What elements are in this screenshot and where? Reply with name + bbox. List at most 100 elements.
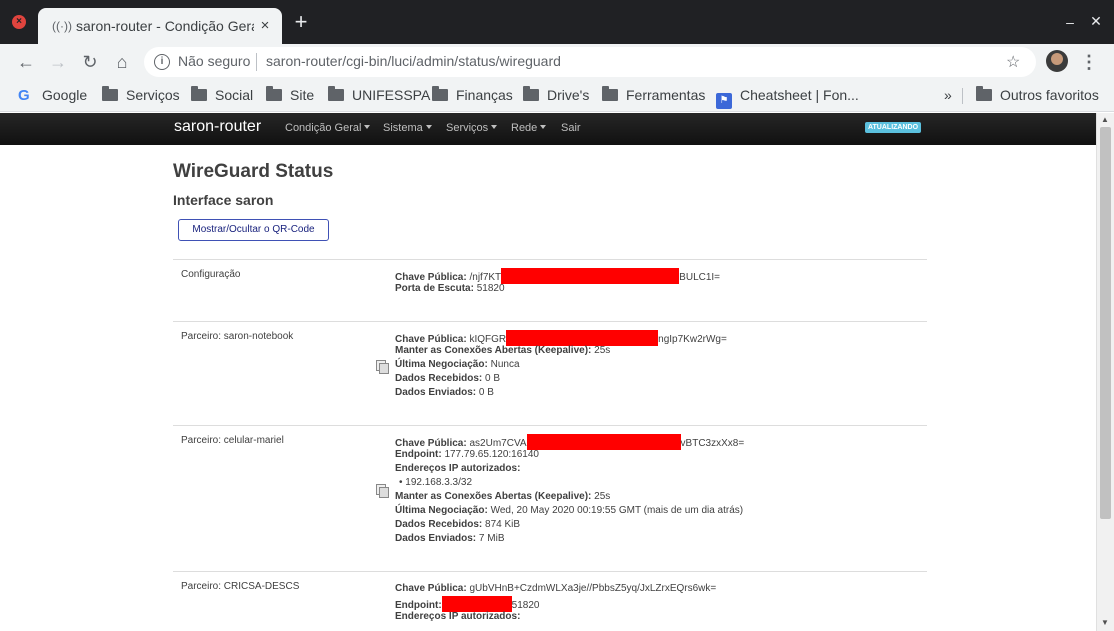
keepalive-label: Manter as Conexões Abertas (Keepalive): — [395, 345, 592, 356]
sent-label: Dados Enviados: — [395, 533, 477, 544]
home-icon[interactable]: ⌂ — [110, 50, 134, 74]
profile-avatar[interactable] — [1046, 50, 1068, 72]
listen-port-label: Porta de Escuta: — [395, 283, 474, 294]
folder-icon — [328, 86, 344, 101]
luci-navbar: saron-router Condição Geral Sistema Serv… — [0, 113, 1096, 145]
bookmark-google[interactable]: G Google — [18, 86, 87, 106]
page-title: WireGuard Status — [173, 161, 334, 182]
folder-icon — [102, 86, 118, 101]
scroll-up-icon[interactable]: ▲ — [1101, 115, 1109, 124]
menu-rede[interactable]: Rede — [511, 122, 547, 134]
tab-close-icon[interactable]: × — [256, 17, 274, 35]
flag-icon: ⚑ — [716, 93, 732, 109]
peer-label: Parceiro: celular-mariel — [181, 435, 284, 446]
public-key-value: gUbVHnB+CzdmWLXa3je//PbbsZ5yq/JxLZrxEQrs… — [469, 583, 717, 594]
bookmark-folder-drives[interactable]: Drive's — [523, 86, 589, 106]
allowed-ips-label: Endereços IP autorizados: — [395, 611, 521, 622]
peer-section-saron-notebook: Parceiro: saron-notebook Chave Pública: … — [173, 321, 927, 425]
folder-icon — [266, 86, 282, 101]
info-icon[interactable]: i — [154, 54, 170, 70]
back-arrow-icon[interactable]: ← — [14, 50, 38, 74]
bookmark-folder-ferramentas[interactable]: Ferramentas — [602, 86, 705, 106]
omnibox-divider — [256, 53, 257, 71]
public-key-label: Chave Pública: — [395, 583, 467, 594]
maximize-icon[interactable]: ✕ — [1086, 11, 1106, 31]
vertical-scrollbar[interactable]: ▲ ▼ — [1096, 113, 1114, 631]
endpoint-label: Endpoint: — [395, 449, 442, 460]
bookmark-folder-social[interactable]: Social — [191, 86, 253, 106]
sent-value: 0 B — [478, 387, 494, 398]
peer-info: Chave Pública: as2Um7CVA vBTC3zxXx8= Endp… — [395, 434, 744, 546]
caret-down-icon — [540, 125, 547, 129]
folder-icon — [523, 86, 539, 101]
bookmark-folder-unifesspa[interactable]: UNIFESSPA — [328, 86, 430, 106]
scroll-down-icon[interactable]: ▼ — [1101, 618, 1109, 627]
peer-section-celular-mariel: Parceiro: celular-mariel Chave Pública: … — [173, 425, 927, 571]
keepalive-value: 25s — [594, 345, 611, 356]
bookmark-folder-other[interactable]: Outros favoritos — [976, 86, 1099, 106]
bookmark-folder-site[interactable]: Site — [266, 86, 314, 106]
url-text[interactable]: saron-router/cgi-bin/luci/admin/status/w… — [266, 53, 561, 69]
config-label: Configuração — [181, 269, 241, 280]
toggle-qr-code-button[interactable]: Mostrar/Ocultar o QR-Code — [178, 219, 329, 241]
folder-icon — [976, 86, 992, 101]
menu-servicos[interactable]: Serviços — [446, 122, 498, 134]
handshake-label: Última Negociação: — [395, 505, 488, 516]
scrollbar-thumb[interactable] — [1100, 127, 1111, 519]
broadcast-icon: ((·)) — [52, 19, 72, 33]
config-info: Chave Pública: /njf7KT BULC1I= Porta de E… — [395, 268, 720, 296]
keepalive-value: 25s — [594, 491, 611, 502]
menu-sistema[interactable]: Sistema — [383, 122, 432, 134]
copy-icon[interactable] — [376, 360, 389, 374]
sent-value: 7 MiB — [478, 533, 505, 544]
menu-sair[interactable]: Sair — [561, 122, 581, 134]
caret-down-icon — [364, 125, 371, 129]
menu-condicao-geral[interactable]: Condição Geral — [285, 122, 371, 134]
caret-down-icon — [491, 125, 498, 129]
page-viewport: saron-router Condição Geral Sistema Serv… — [0, 113, 1096, 631]
redaction-bar — [501, 268, 680, 284]
public-key-end: BULC1I= — [679, 272, 721, 283]
endpoint-value: 177.79.65.120:16140 — [444, 449, 539, 460]
forward-arrow-icon[interactable]: → — [46, 50, 70, 74]
handshake-value: Nunca — [490, 359, 520, 370]
peer-label: Parceiro: CRICSA-DESCS — [181, 581, 300, 592]
public-key-end: vBTC3zxXx8= — [680, 438, 745, 449]
peer-info: Chave Pública: gUbVHnB+CzdmWLXa3je//Pbbs… — [395, 582, 716, 624]
keepalive-label: Manter as Conexões Abertas (Keepalive): — [395, 491, 592, 502]
allowed-ips-label: Endereços IP autorizados: — [395, 463, 521, 474]
bookmark-folder-financas[interactable]: Finanças — [432, 86, 513, 106]
listen-port-value: 51820 — [476, 283, 505, 294]
window-close-icon[interactable]: × — [12, 15, 26, 29]
peer-section-cricsa-descs: Parceiro: CRICSA-DESCS Chave Pública: gU… — [173, 571, 927, 631]
public-key-end: ngIp7Kw2rWg= — [658, 334, 727, 345]
bookmark-folder-servicos[interactable]: Serviços — [102, 86, 180, 106]
google-icon: G — [18, 87, 30, 104]
tab-title: saron-router - Condição Geral — [76, 18, 254, 34]
received-value: 874 KiB — [485, 519, 521, 530]
bookmarks-divider — [962, 88, 963, 104]
caret-down-icon — [425, 125, 432, 129]
minimize-icon[interactable]: – — [1060, 12, 1080, 32]
config-section: Configuração Chave Pública: /njf7KT BULC1… — [173, 259, 927, 321]
peer-label: Parceiro: saron-notebook — [181, 331, 294, 342]
new-tab-icon[interactable]: + — [290, 11, 312, 34]
copy-icon[interactable] — [376, 484, 389, 498]
allowed-ip-item: • 192.168.3.3/32 — [399, 477, 473, 488]
bookmarks-bar: G Google Serviços Social Site UNIFESSPA F… — [0, 80, 1114, 112]
refresh-status-badge[interactable]: ATUALIZANDO — [865, 122, 922, 133]
browser-tab[interactable]: ((·)) saron-router - Condição Geral × — [38, 8, 282, 44]
bookmarks-overflow-button[interactable]: » — [944, 86, 952, 106]
folder-icon — [432, 86, 448, 101]
received-value: 0 B — [485, 373, 501, 384]
redaction-bar — [526, 434, 681, 450]
folder-icon — [602, 86, 618, 101]
brand-link[interactable]: saron-router — [174, 118, 261, 136]
bookmark-cheatsheet[interactable]: ⚑ Cheatsheet | Fon... — [716, 86, 859, 109]
browser-menu-icon[interactable]: ⋮ — [1080, 50, 1098, 74]
bookmark-star-icon[interactable]: ☆ — [1006, 52, 1020, 72]
address-bar[interactable]: i Não seguro saron-router/cgi-bin/luci/a… — [144, 47, 1036, 77]
security-status[interactable]: Não seguro — [178, 53, 250, 69]
reload-icon[interactable]: ↻ — [78, 50, 102, 74]
received-label: Dados Recebidos: — [395, 519, 483, 530]
